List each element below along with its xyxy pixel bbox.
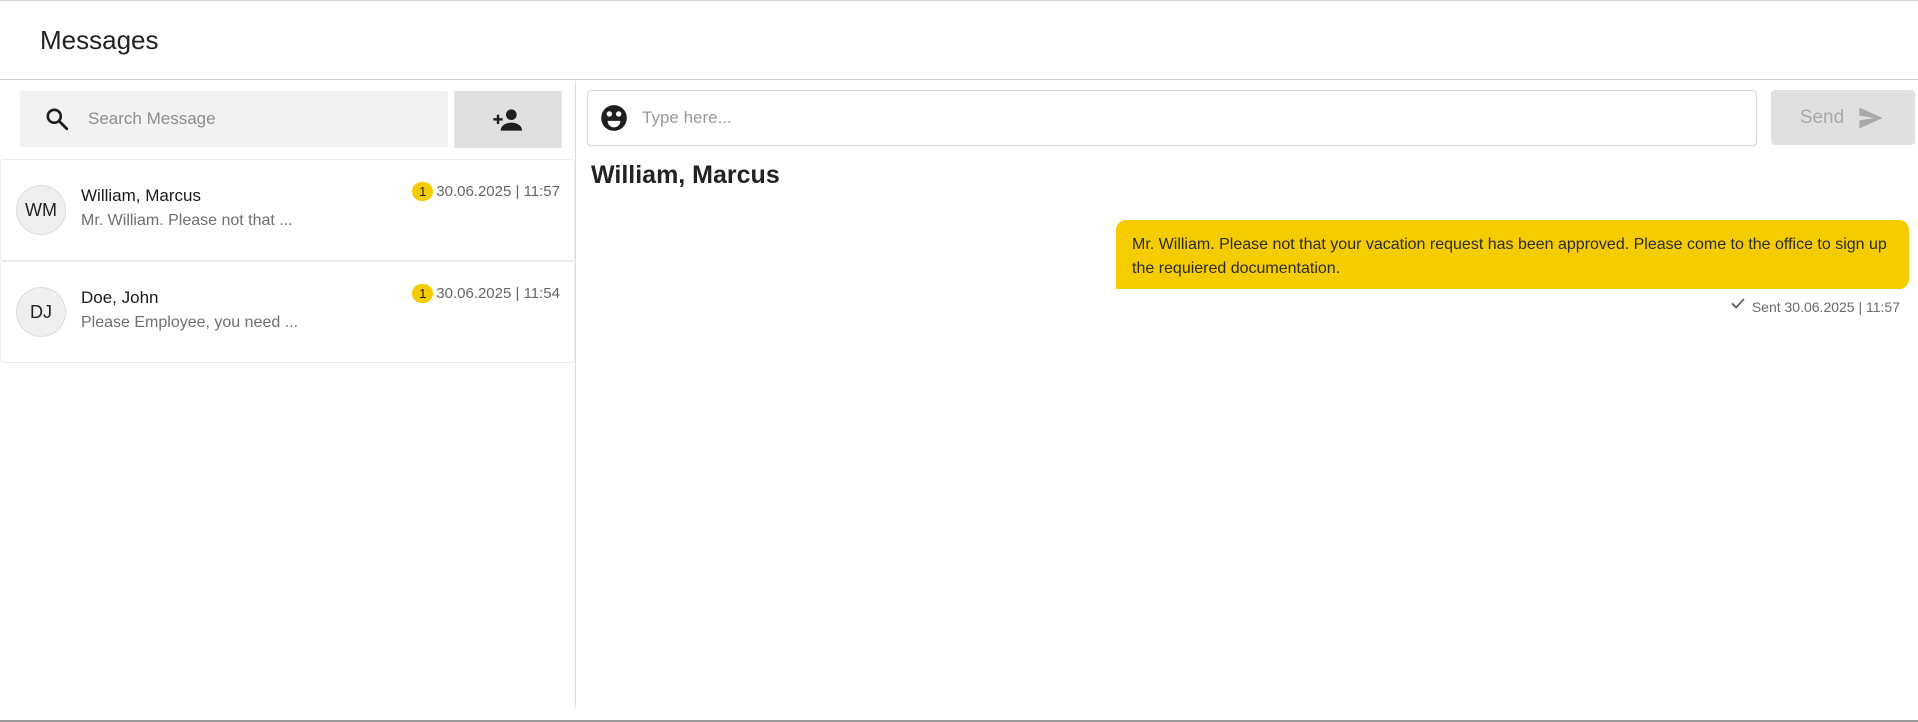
unread-badge: 1: [412, 182, 434, 201]
conversation-timestamp: 30.06.2025 | 11:57: [436, 183, 560, 200]
check-icon: [1731, 298, 1745, 309]
avatar: DJ: [16, 287, 66, 337]
conversation-name: William, Marcus: [81, 186, 201, 205]
conversation-item[interactable]: DJ Doe, John Please Employee, you need .…: [0, 261, 575, 363]
conversation-timestamp: 30.06.2025 | 11:54: [436, 285, 560, 302]
avatar: WM: [16, 185, 66, 235]
page-title: Messages: [40, 25, 159, 55]
message-status: Sent 30.06.2025 | 11:57: [1729, 298, 1900, 315]
chat-title: William, Marcus: [591, 161, 780, 189]
conversation-panel: WM William, Marcus Mr. William. Please n…: [0, 81, 576, 708]
message-sent-time: Sent 30.06.2025 | 11:57: [1751, 299, 1900, 315]
send-icon: [1859, 107, 1883, 128]
conversation-preview: Please Employee, you need ...: [81, 314, 299, 331]
send-button[interactable]: Send: [1771, 90, 1915, 145]
message-input[interactable]: [642, 98, 1732, 138]
chat-panel: Send William, Marcus Mr. William. Please…: [577, 81, 1918, 708]
conversation-meta: 1 30.06.2025 | 11:57: [412, 182, 560, 201]
compose-box[interactable]: [587, 90, 1757, 146]
person-add-icon: [493, 108, 522, 131]
emoji-icon[interactable]: [600, 104, 628, 132]
search-input[interactable]: [88, 99, 428, 139]
app-header: Messages: [0, 1, 1918, 80]
conversation-list: WM William, Marcus Mr. William. Please n…: [0, 159, 575, 363]
search-icon: [46, 108, 69, 131]
conversation-name: Doe, John: [81, 288, 159, 307]
unread-badge: 1: [412, 284, 434, 303]
conversation-meta: 1 30.06.2025 | 11:54: [412, 284, 560, 303]
conversation-item[interactable]: WM William, Marcus Mr. William. Please n…: [0, 159, 575, 261]
add-user-button[interactable]: [454, 91, 562, 148]
send-label: Send: [1799, 106, 1845, 128]
search-box[interactable]: [20, 91, 448, 147]
message-bubble: Mr. William. Please not that your vacati…: [1116, 220, 1909, 289]
conversation-preview: Mr. William. Please not that ...: [81, 212, 293, 229]
